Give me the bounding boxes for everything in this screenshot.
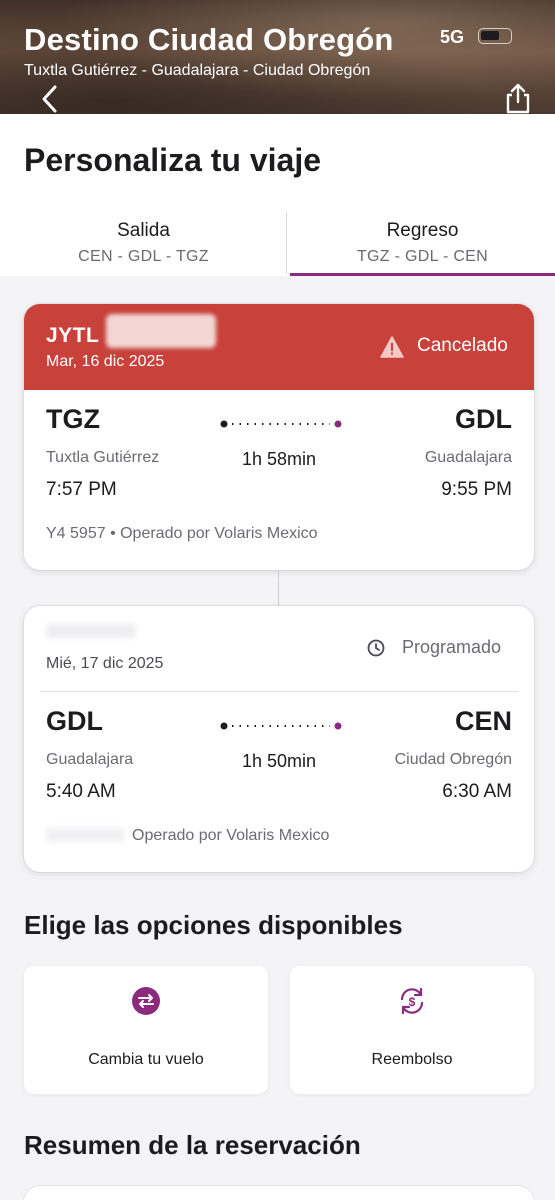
tab-label: Regreso (386, 220, 459, 241)
sheet-top: Personaliza tu viaje Salida CEN - GDL - … (0, 114, 555, 276)
booking-code: JYTL (46, 324, 100, 347)
flight-card-cancelled[interactable]: JYTL Mar, 16 dic 2025 Cancelado TGZ GDL … (24, 304, 534, 570)
page-title: Personaliza tu viaje (24, 142, 322, 178)
flight-meta: Y4 5957 • Operado por Volaris Mexico (46, 525, 318, 543)
flight-connector (278, 570, 279, 606)
svg-text:$: $ (409, 995, 416, 1009)
swap-icon (132, 987, 160, 1015)
airport-codes-row: TGZ GDL (46, 404, 512, 440)
tab-salida[interactable]: Salida CEN - GDL - TGZ (0, 212, 287, 278)
redaction-mark (46, 624, 136, 638)
refund-icon: $ (400, 987, 424, 1015)
header-title: Destino Ciudad Obregón (24, 22, 394, 57)
operator-label: Operado por Volaris Mexico (120, 525, 318, 542)
option-label: Cambia tu vuelo (88, 1051, 204, 1068)
origin-code: GDL (46, 706, 103, 736)
content-sheet: Personaliza tu viaje Salida CEN - GDL - … (0, 114, 555, 1200)
flight-number: Y4 5957 (46, 525, 106, 542)
flight-date: Mié, 17 dic 2025 (46, 655, 164, 672)
options-title: Elige las opciones disponibles (24, 910, 403, 940)
summary-title: Resumen de la reservación (24, 1130, 361, 1160)
header-hero: Destino Ciudad Obregón Tuxtla Gutiérrez … (0, 0, 555, 114)
status-badge: Cancelado (417, 335, 508, 356)
option-label: Reembolso (371, 1051, 453, 1068)
tab-active-indicator (290, 273, 555, 276)
redaction-mark (46, 828, 124, 842)
tab-route: CEN - GDL - TGZ (78, 248, 209, 265)
divider (40, 691, 518, 692)
flight-card-scheduled[interactable]: Mié, 17 dic 2025 Programado GDL CEN Guad… (24, 606, 534, 872)
operator-label: Operado por Volaris Mexico (132, 827, 330, 844)
tab-label: Salida (117, 220, 170, 241)
tab-divider (286, 212, 287, 274)
departure-time: 7:57 PM (46, 479, 117, 500)
redaction-mark (106, 314, 216, 348)
clock-icon (367, 639, 385, 657)
airport-codes-row: GDL CEN (46, 706, 512, 742)
header-route: Tuxtla Gutiérrez - Guadalajara - Ciudad … (24, 62, 371, 79)
meta-separator: • (110, 525, 121, 542)
destination-city: Guadalajara (424, 449, 512, 466)
tab-route: TGZ - GDL - CEN (356, 248, 488, 265)
battery-icon (478, 28, 512, 44)
back-button[interactable] (36, 84, 66, 114)
departure-time: 5:40 AM (46, 781, 116, 802)
change-flight-button[interactable]: Cambia tu vuelo (24, 966, 268, 1094)
flight-date: Mar, 16 dic 2025 (46, 353, 165, 370)
summary-card[interactable] (24, 1186, 534, 1200)
flight-meta: Operado por Volaris Mexico (132, 827, 329, 845)
refund-button[interactable]: $ Reembolso (290, 966, 534, 1094)
destination-code: GDL (455, 404, 512, 434)
route-line-icon (220, 722, 342, 730)
share-icon (506, 83, 530, 114)
warning-icon (380, 336, 404, 358)
status-badge: Programado (402, 637, 502, 657)
chevron-left-icon (42, 85, 57, 113)
tab-regreso[interactable]: Regreso TGZ - GDL - CEN (290, 212, 555, 278)
flight-card-header: JYTL Mar, 16 dic 2025 Cancelado (24, 304, 534, 390)
arrival-time: 6:30 AM (442, 781, 512, 802)
trip-tabs: Salida CEN - GDL - TGZ Regreso TGZ - GDL… (0, 212, 555, 278)
share-button[interactable] (503, 82, 533, 114)
arrival-time: 9:55 PM (441, 479, 512, 500)
destination-city: Ciudad Obregón (394, 751, 512, 768)
network-indicator: 5G (440, 27, 465, 47)
route-line-icon (220, 420, 342, 428)
destination-code: CEN (454, 706, 512, 736)
origin-code: TGZ (46, 404, 100, 434)
